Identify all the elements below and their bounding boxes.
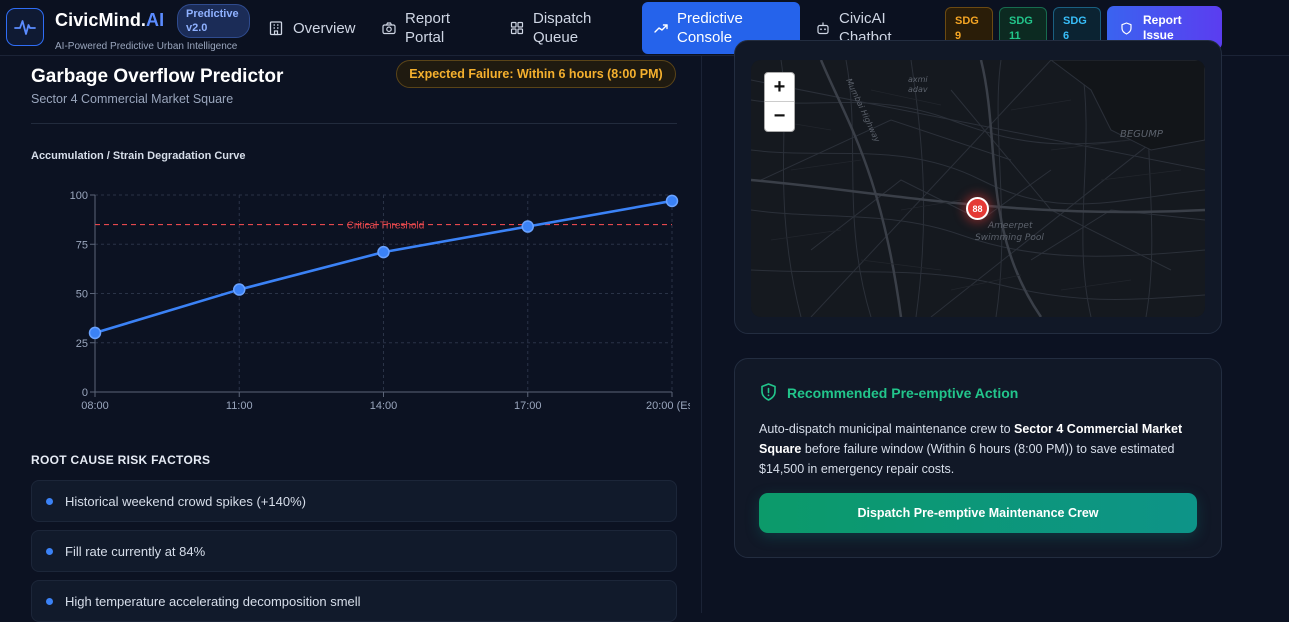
x-tick-label: 17:00 bbox=[514, 400, 542, 412]
logo[interactable] bbox=[6, 8, 44, 46]
recommended-action-title: Recommended Pre-emptive Action bbox=[787, 385, 1019, 401]
zoom-in-button[interactable]: + bbox=[765, 73, 794, 102]
trend-icon bbox=[654, 21, 668, 35]
city-map[interactable]: BEGUMP Ameerpet Swimming Pool Mumbai Hig… bbox=[751, 60, 1205, 317]
chart-title: Accumulation / Strain Degradation Curve bbox=[31, 150, 246, 162]
dispatch-maintenance-crew-button[interactable]: Dispatch Pre-emptive Maintenance Crew bbox=[759, 493, 1197, 533]
map-streets: BEGUMP Ameerpet Swimming Pool Mumbai Hig… bbox=[751, 60, 1205, 317]
predictor-location: Sector 4 Commercial Market Square bbox=[31, 92, 234, 106]
risk-item: Historical weekend crowd spikes (+140%) bbox=[31, 480, 677, 522]
section-divider bbox=[31, 123, 677, 124]
grid-icon bbox=[510, 21, 524, 35]
expected-failure-badge: Expected Failure: Within 6 hours (8:00 P… bbox=[396, 60, 676, 88]
shield-alert-icon bbox=[760, 383, 777, 406]
x-tick-label: 11:00 bbox=[226, 400, 253, 412]
nav-dispatch-queue-label-line2: Queue bbox=[533, 29, 579, 46]
bullet-dot-icon bbox=[46, 547, 53, 555]
map-label: axmi bbox=[908, 75, 928, 84]
data-point bbox=[521, 220, 534, 233]
brand-name: CivicMind.AI bbox=[55, 10, 165, 30]
y-tick-label: 25 bbox=[76, 338, 88, 350]
y-tick-label: 100 bbox=[70, 190, 88, 202]
nav-predictive-console-label-line1: Predictive bbox=[677, 10, 743, 27]
map-zoom-control: + − bbox=[764, 72, 795, 132]
degradation-line-chart: 0 25 50 75 100 08:00 11:00 14:00 17:00 20:00 (Est… bbox=[70, 190, 690, 412]
bullet-dot-icon bbox=[46, 497, 53, 505]
nav-overview[interactable]: Overview bbox=[258, 2, 364, 54]
nav-predictive-console-label-line2: Console bbox=[677, 29, 733, 46]
nav-dispatch-queue[interactable]: Dispatch Queue bbox=[500, 2, 630, 54]
x-tick-label: 08:00 bbox=[81, 400, 109, 412]
map-label: Swimming Pool bbox=[975, 233, 1044, 243]
pulse-icon bbox=[14, 20, 36, 35]
y-tick-label: 0 bbox=[82, 387, 88, 399]
data-point bbox=[88, 326, 102, 340]
bot-icon bbox=[816, 21, 830, 35]
nav-dispatch-queue-label-line1: Dispatch bbox=[533, 10, 592, 27]
data-point bbox=[665, 194, 679, 208]
y-tick-label: 75 bbox=[76, 239, 88, 251]
camera-icon bbox=[382, 21, 396, 35]
y-tick-label: 50 bbox=[76, 289, 88, 301]
x-tick-label: 20:00 (Est) bbox=[646, 400, 690, 412]
nav-report-portal-label-line1: Report bbox=[405, 10, 451, 27]
risk-item: Fill rate currently at 84% bbox=[31, 530, 677, 572]
nav-civicai-chatbot-label-line1: CivicAI bbox=[839, 10, 886, 27]
nav-report-portal-label-line2: Portal bbox=[405, 29, 445, 46]
map-label: Ameerpet bbox=[987, 221, 1033, 231]
data-point bbox=[233, 283, 246, 296]
risk-item: High temperature accelerating decomposit… bbox=[31, 580, 677, 622]
bullet-dot-icon bbox=[46, 597, 53, 605]
map-marker-risk-score[interactable]: 88 bbox=[966, 197, 989, 220]
shield-icon bbox=[1120, 21, 1133, 35]
x-tick-label: 14:00 bbox=[370, 400, 398, 412]
map-label: BEGUMP bbox=[1120, 129, 1164, 140]
recommended-action-description: Auto-dispatch municipal maintenance crew… bbox=[759, 422, 1183, 476]
nav-overview-label: Overview bbox=[293, 19, 356, 37]
nav-report-portal[interactable]: Report Portal bbox=[372, 2, 492, 54]
data-point bbox=[377, 245, 390, 259]
zoom-out-button[interactable]: − bbox=[765, 102, 794, 131]
building-icon bbox=[268, 20, 284, 36]
map-label: adav bbox=[908, 85, 928, 94]
critical-threshold-label: Critical Threshold bbox=[347, 221, 425, 232]
risk-factors-title: ROOT CAUSE RISK FACTORS bbox=[31, 453, 211, 467]
brand-tagline: AI-Powered Predictive Urban Intelligence bbox=[55, 41, 238, 52]
predictor-title: Garbage Overflow Predictor bbox=[31, 66, 284, 87]
version-badge: Predictive v2.0 bbox=[177, 4, 250, 38]
